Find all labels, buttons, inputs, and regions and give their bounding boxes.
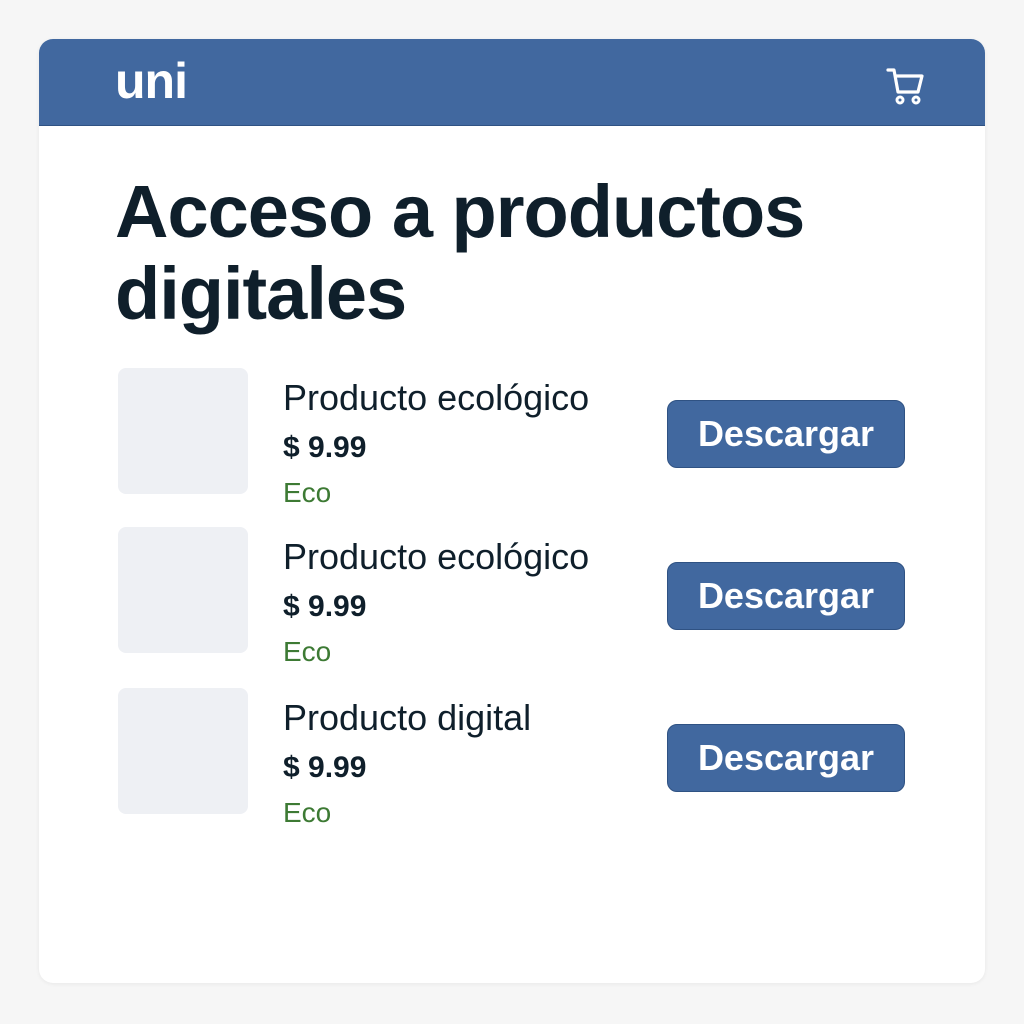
product-item: Producto digital $ 9.99 Eco Descargar: [39, 688, 985, 828]
product-price: $ 9.99: [283, 431, 367, 464]
product-name: Producto ecológico: [283, 377, 590, 418]
page-title: Acceso a productos digitales: [115, 170, 805, 335]
main-card: uni Acceso a productos digitales Product…: [39, 39, 985, 983]
product-name: Producto ecológico: [283, 536, 590, 577]
download-button[interactable]: Descargar: [667, 562, 905, 630]
product-price: $ 9.99: [283, 751, 367, 784]
top-bar: uni: [39, 39, 985, 126]
cart-icon[interactable]: [885, 65, 927, 107]
product-thumbnail: [118, 688, 248, 814]
product-name: Producto digital: [283, 697, 532, 738]
product-thumbnail: [118, 527, 248, 653]
product-tag: Eco: [283, 797, 332, 828]
product-item: Producto ecológico $ 9.99 Eco Descargar: [39, 527, 985, 667]
download-button[interactable]: Descargar: [667, 400, 905, 468]
product-price: $ 9.99: [283, 590, 367, 623]
brand-logo[interactable]: uni: [115, 53, 188, 109]
product-item: Producto ecológico $ 9.99 Eco Descargar: [39, 368, 985, 508]
product-tag: Eco: [283, 636, 332, 667]
download-button[interactable]: Descargar: [667, 724, 905, 792]
product-tag: Eco: [283, 477, 332, 508]
product-thumbnail: [118, 368, 248, 494]
